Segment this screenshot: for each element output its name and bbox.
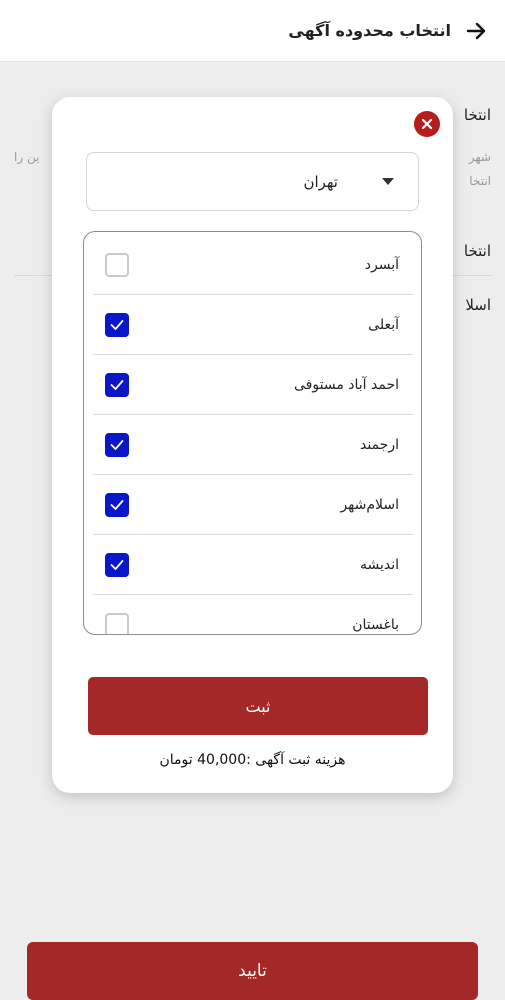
district-checkbox[interactable]	[105, 613, 129, 634]
district-checkbox[interactable]	[105, 252, 129, 277]
city-select-value: تهران	[303, 172, 338, 191]
submit-button[interactable]: ثبت	[88, 677, 428, 735]
checkmark-icon	[110, 319, 124, 330]
list-item[interactable]: اسلام‌شهر	[93, 475, 413, 535]
checkmark-icon	[110, 499, 124, 510]
bg-section-title-2: انتخا	[463, 242, 491, 260]
district-checkbox[interactable]	[105, 372, 129, 397]
top-bar: انتخاب محدوده آگهی	[0, 0, 505, 62]
bg-section-subtitle-left: ین را	[14, 150, 40, 164]
bg-section-subtitle-2: انتخا	[469, 174, 491, 188]
checkmark-icon	[110, 439, 124, 450]
district-list[interactable]: آبسرد آبعلی احمد آباد مستوفی ارجمند اسلا…	[83, 231, 422, 635]
district-label: ارجمند	[360, 436, 399, 453]
district-checkbox[interactable]	[105, 432, 129, 457]
district-label: اندیشه	[359, 556, 399, 573]
district-label: آبعلی	[368, 316, 399, 333]
district-label: آبسرد	[364, 256, 399, 273]
checkmark-icon	[110, 379, 124, 390]
checkmark-icon	[110, 559, 124, 570]
close-icon[interactable]	[414, 111, 440, 137]
back-arrow-icon[interactable]	[465, 20, 487, 42]
district-checkbox[interactable]	[105, 552, 129, 577]
list-item[interactable]: آبعلی	[93, 295, 413, 355]
list-item[interactable]: احمد آباد مستوفی	[93, 355, 413, 415]
list-item[interactable]: ارجمند	[93, 415, 413, 475]
district-label: اسلام‌شهر	[340, 496, 399, 513]
list-item[interactable]: آبسرد	[93, 235, 413, 295]
bg-section-title: انتخا	[463, 106, 491, 124]
district-checkbox[interactable]	[105, 492, 129, 517]
bg-section-title-3: اسلا	[465, 296, 491, 314]
district-label: باغستان	[352, 617, 399, 633]
list-item[interactable]: باغستان	[93, 595, 413, 634]
bg-section-subtitle: شهر	[468, 150, 491, 164]
district-modal: تهران آبسرد آبعلی احمد آباد مستوفی ارجمن…	[52, 97, 453, 793]
district-label: احمد آباد مستوفی	[294, 376, 399, 393]
chevron-down-icon	[382, 178, 394, 185]
page-title: انتخاب محدوده آگهی	[288, 21, 451, 40]
ad-cost-text: هزینه ثبت آگهی :40,000 تومان	[159, 752, 346, 768]
city-select[interactable]: تهران	[86, 152, 419, 211]
confirm-button[interactable]: تایید	[27, 942, 478, 1000]
district-checkbox[interactable]	[105, 312, 129, 337]
list-item[interactable]: اندیشه	[93, 535, 413, 595]
